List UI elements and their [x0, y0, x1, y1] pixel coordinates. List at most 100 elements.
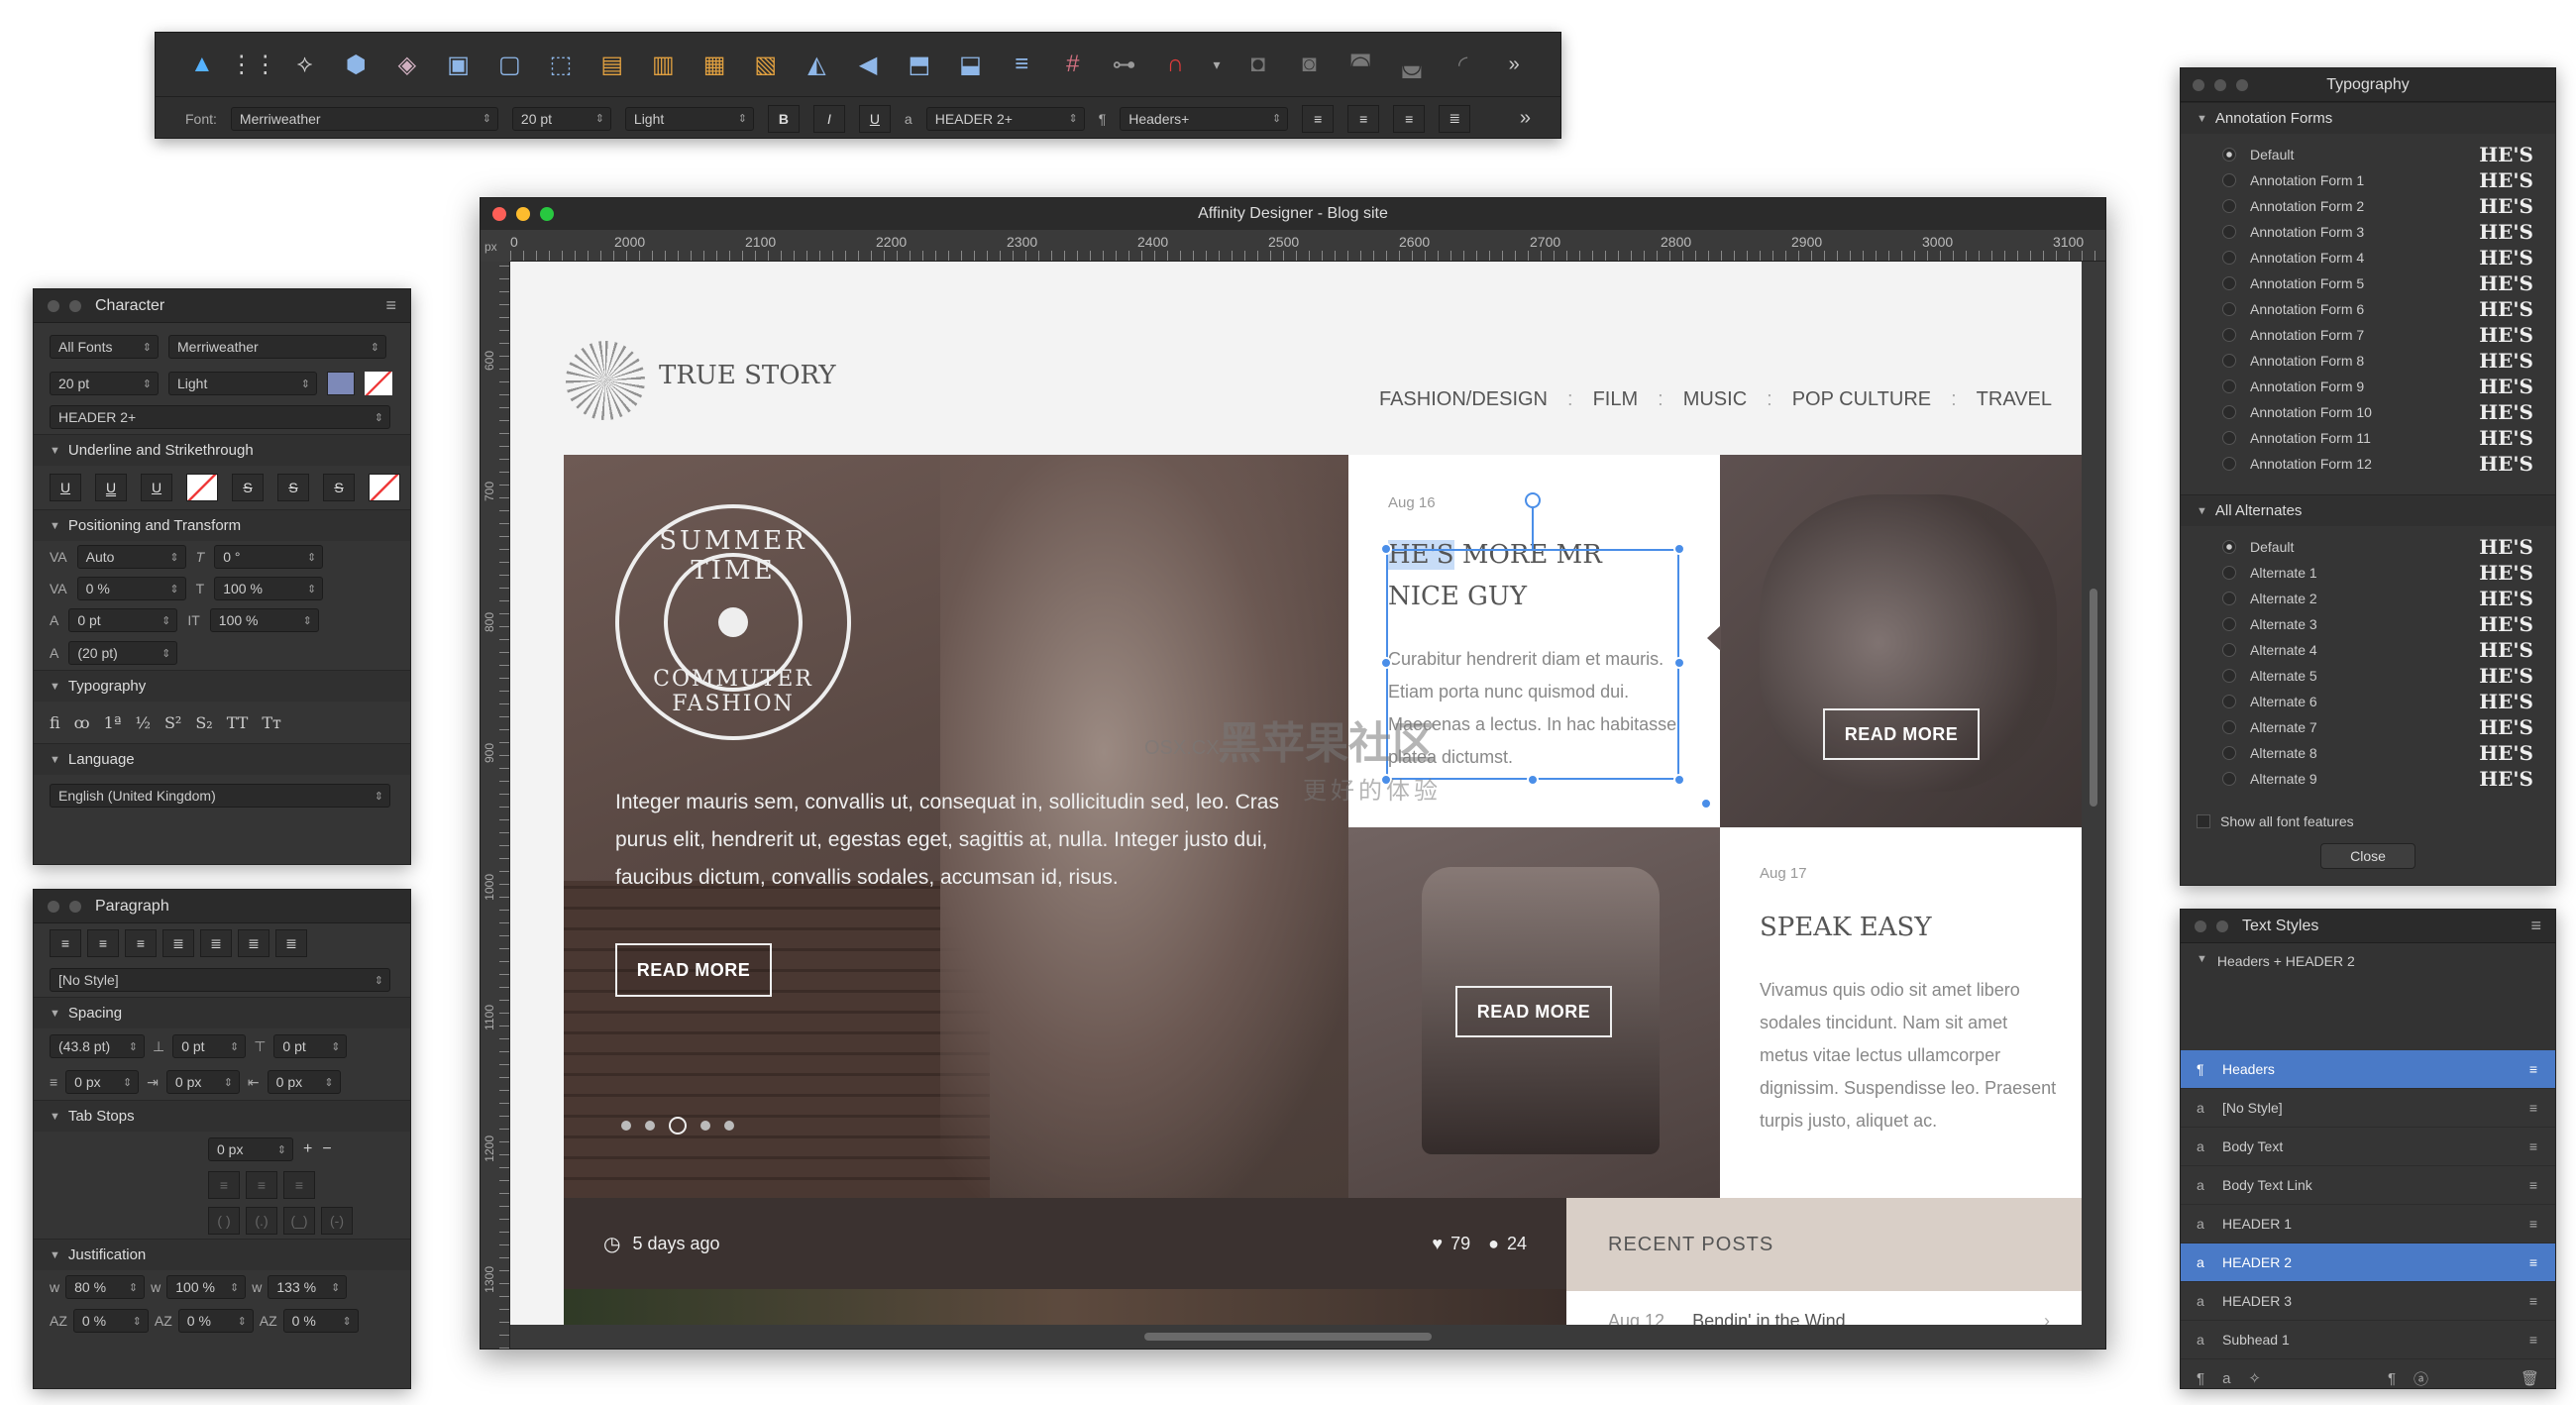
article-card-typewriter[interactable]: READ MORE — [1348, 827, 1720, 1198]
carousel-dot-active[interactable] — [669, 1117, 687, 1135]
style-item-no-style[interactable]: a [No Style] ≡ — [2181, 1089, 2555, 1128]
select-crop-icon[interactable]: ⬚ — [544, 48, 578, 81]
resize-handle[interactable] — [1673, 543, 1685, 555]
paragraph-leading-field[interactable]: (43.8 pt) — [50, 1034, 145, 1058]
annotation-option[interactable]: Annotation Form 11 HE'S — [2181, 425, 2555, 451]
hands-read-more-button[interactable]: READ MORE — [1823, 708, 1980, 760]
underline-double-button[interactable]: U — [95, 474, 127, 501]
radio[interactable] — [2222, 592, 2236, 605]
tab-left-button[interactable]: ≡ — [208, 1171, 240, 1199]
comment-icon[interactable]: ● — [1488, 1234, 1499, 1254]
horizontal-scale-field[interactable]: 100 % — [209, 608, 319, 632]
style-menu-icon[interactable]: ≡ — [2529, 1216, 2537, 1232]
tab-leader-button[interactable]: (_) — [283, 1207, 315, 1235]
alternate-option[interactable]: Alternate 1 HE'S — [2181, 560, 2555, 586]
word-spacing-desired-field[interactable]: 100 % — [166, 1275, 247, 1299]
radio[interactable] — [2222, 695, 2236, 708]
tracking-field[interactable]: Auto — [76, 545, 186, 569]
style-item-header-3[interactable]: a HEADER 3 ≡ — [2181, 1282, 2555, 1321]
justify-button[interactable]: ≣ — [1439, 104, 1471, 133]
panel-menu-icon[interactable]: ≡ — [385, 295, 396, 316]
justify-center-button[interactable]: ≣ — [200, 929, 232, 957]
close-icon[interactable] — [2195, 919, 2206, 932]
snap-grid-icon[interactable]: # — [1056, 48, 1090, 81]
close-icon[interactable] — [48, 900, 59, 913]
font-collection-dropdown[interactable]: All Fonts — [50, 335, 159, 359]
tab-center-button[interactable]: ≡ — [246, 1171, 277, 1199]
all-alternates-section[interactable]: ▼ All Alternates — [2181, 494, 2555, 526]
radio[interactable] — [2222, 669, 2236, 683]
radio[interactable] — [2222, 302, 2236, 316]
tab-right-button[interactable]: ≡ — [283, 1171, 315, 1199]
style-menu-icon[interactable]: ≡ — [2529, 1293, 2537, 1309]
subscript-icon[interactable]: S₂ — [195, 713, 212, 732]
superscript-icon[interactable]: S² — [164, 713, 181, 732]
font-size-dropdown[interactable]: 20 pt — [50, 372, 159, 395]
align-center-button[interactable]: ≡ — [1347, 104, 1380, 133]
tab-decimal-button[interactable]: ( ) — [208, 1207, 240, 1235]
style-menu-icon[interactable]: ≡ — [2529, 1138, 2537, 1154]
strike-thick-button[interactable]: S — [323, 474, 355, 501]
resize-handle[interactable] — [1673, 657, 1685, 669]
radio[interactable] — [2222, 354, 2236, 368]
radio[interactable] — [2222, 405, 2236, 419]
justify-left-button[interactable]: ≣ — [162, 929, 194, 957]
font-size-dropdown[interactable]: 20 pt — [511, 106, 611, 131]
italic-button[interactable]: I — [812, 104, 845, 133]
all-caps-icon[interactable]: TT — [227, 713, 249, 732]
style-item-body-text-link[interactable]: a Body Text Link ≡ — [2181, 1166, 2555, 1205]
annotation-forms-section[interactable]: ▼ Annotation Forms — [2181, 102, 2555, 134]
nav-travel[interactable]: TRAVEL — [1977, 388, 2052, 411]
radio[interactable] — [2222, 617, 2236, 631]
snapping-magnet-icon[interactable]: ∩ — [1158, 48, 1192, 81]
radio[interactable] — [2222, 746, 2236, 760]
radio[interactable] — [2222, 199, 2236, 213]
align-center-button[interactable]: ≡ — [87, 929, 119, 957]
radio[interactable] — [2222, 457, 2236, 471]
style-menu-icon[interactable]: ≡ — [2529, 1061, 2537, 1077]
align-left-button[interactable]: ≡ — [1302, 104, 1335, 133]
feature-strip[interactable]: ◷ 5 days ago ♥ 79 ● 24 — [564, 1198, 1566, 1327]
underline-color-swatch[interactable] — [186, 474, 218, 501]
radio[interactable] — [2222, 772, 2236, 786]
strike-single-button[interactable]: S — [232, 474, 264, 501]
font-weight-dropdown[interactable]: Light — [168, 372, 317, 395]
radio-selected[interactable] — [2222, 540, 2236, 554]
align-left-button[interactable]: ≡ — [50, 929, 81, 957]
alternate-option[interactable]: Alternate 7 HE'S — [2181, 714, 2555, 740]
nav-film[interactable]: FILM — [1593, 388, 1639, 411]
character-style-dropdown[interactable]: HEADER 2+ — [925, 106, 1085, 131]
rotate-left-icon[interactable]: ⬒ — [903, 48, 936, 81]
kerning-field[interactable]: 0 % — [76, 577, 186, 600]
tab-clear-button[interactable]: (-) — [321, 1207, 353, 1235]
alternate-option[interactable]: Alternate 9 HE'S — [2181, 766, 2555, 792]
radio[interactable] — [2222, 225, 2236, 239]
arrange-backward-icon[interactable]: ▥ — [647, 48, 681, 81]
horizontal-ruler[interactable]: 0 2000 2100 2200 2300 2400 2500 2600 270… — [510, 230, 2105, 262]
indent-first-field[interactable]: 0 px — [165, 1070, 240, 1094]
style-item-subhead-1[interactable]: a Subhead 1 ≡ — [2181, 1321, 2555, 1359]
delete-style-icon[interactable]: 🗑 — [2521, 1369, 2539, 1387]
annotation-option[interactable]: Annotation Form 9 HE'S — [2181, 374, 2555, 399]
annotation-option[interactable]: Annotation Form 7 HE'S — [2181, 322, 2555, 348]
scroll-thumb[interactable] — [1144, 1333, 1432, 1341]
article-card-aug17[interactable]: Aug 17 SPEAK EASY Vivamus quis odio sit … — [1720, 827, 2084, 1198]
flip-horizontal-icon[interactable]: ◭ — [801, 48, 834, 81]
alternate-option[interactable]: Alternate 8 HE'S — [2181, 740, 2555, 766]
annotation-option[interactable]: Annotation Form 8 HE'S — [2181, 348, 2555, 374]
close-button[interactable]: Close — [2320, 843, 2415, 869]
nav-pop-culture[interactable]: POP CULTURE — [1792, 388, 1931, 411]
snapping-dropdown-icon[interactable]: ▾ — [1210, 48, 1224, 81]
radio[interactable] — [2222, 251, 2236, 265]
language-section[interactable]: ▼ Language — [34, 743, 410, 775]
font-family-dropdown[interactable]: Merriweather — [168, 335, 386, 359]
minimize-icon[interactable] — [2214, 78, 2226, 91]
add-tab-icon[interactable]: + — [303, 1140, 312, 1158]
hero-read-more-button[interactable]: READ MORE — [615, 943, 772, 997]
language-dropdown[interactable]: English (United Kingdom) — [50, 784, 390, 808]
fraction-icon[interactable]: ½ — [135, 713, 151, 732]
annotation-option[interactable]: Annotation Form 12 HE'S — [2181, 451, 2555, 477]
carousel-dot[interactable] — [700, 1121, 710, 1131]
space-before-field[interactable]: 0 pt — [172, 1034, 247, 1058]
tab-stops-section[interactable]: ▼ Tab Stops — [34, 1100, 410, 1132]
